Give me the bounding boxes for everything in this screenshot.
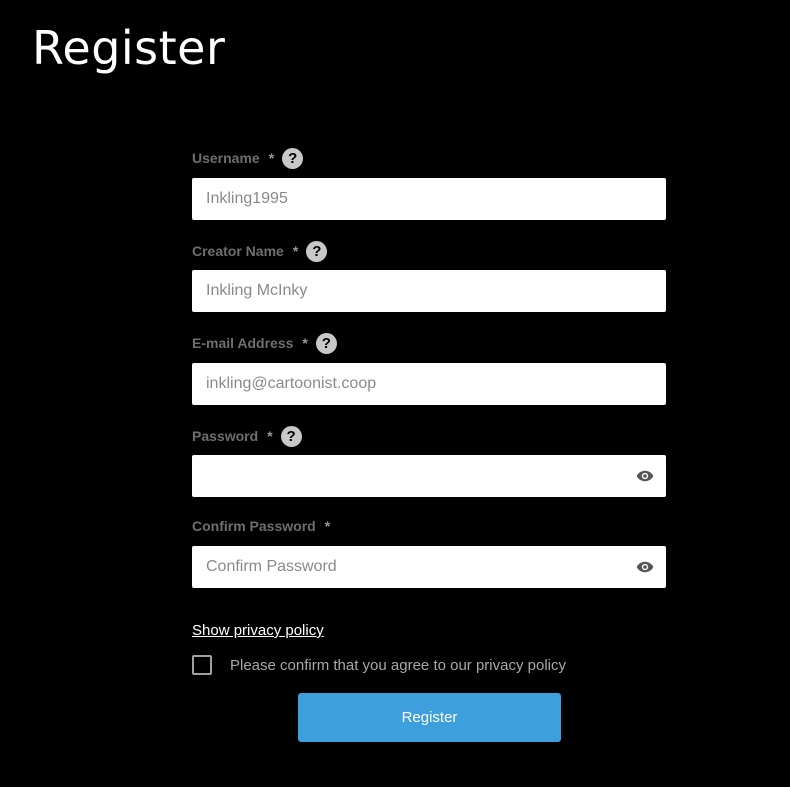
required-marker: * (267, 428, 273, 444)
eye-icon[interactable] (636, 559, 654, 575)
privacy-consent-row: Please confirm that you agree to our pri… (192, 654, 566, 676)
page-title: Register (32, 21, 226, 75)
password-label-row: Password * ? (192, 424, 302, 448)
required-marker: * (292, 243, 299, 259)
password-input[interactable] (192, 455, 666, 497)
privacy-consent-checkbox[interactable] (192, 655, 212, 675)
confirm-password-field-wrapper (192, 546, 666, 588)
email-label-row: E-mail Address * ? (192, 331, 337, 355)
confirm-password-label-row: Confirm Password * (192, 514, 330, 538)
creator-name-label: Creator Name (192, 243, 284, 259)
email-input[interactable] (192, 363, 666, 405)
creator-name-field-wrapper (192, 270, 666, 312)
username-field-wrapper (192, 178, 666, 220)
register-button[interactable]: Register (298, 693, 561, 742)
privacy-consent-label: Please confirm that you agree to our pri… (230, 656, 566, 674)
creator-name-help-icon[interactable]: ? (306, 240, 328, 262)
username-input[interactable] (192, 178, 666, 220)
eye-icon[interactable] (636, 468, 654, 484)
show-privacy-policy-link[interactable]: Show privacy policy (192, 622, 324, 639)
confirm-password-label: Confirm Password (192, 518, 316, 534)
password-help-icon[interactable]: ? (280, 425, 302, 447)
required-marker: * (302, 335, 308, 351)
confirm-password-input[interactable] (192, 546, 666, 588)
username-label-row: Username * ? (192, 146, 304, 170)
email-label: E-mail Address (192, 335, 294, 351)
required-marker: * (324, 518, 331, 534)
email-help-icon[interactable]: ? (315, 332, 337, 354)
username-label: Username (192, 150, 260, 166)
password-field-wrapper (192, 455, 666, 497)
password-label: Password (192, 428, 259, 444)
required-marker: * (268, 150, 275, 166)
creator-name-input[interactable] (192, 270, 666, 312)
creator-name-label-row: Creator Name * ? (192, 239, 328, 263)
email-field-wrapper (192, 363, 666, 405)
username-help-icon[interactable]: ? (282, 147, 304, 169)
